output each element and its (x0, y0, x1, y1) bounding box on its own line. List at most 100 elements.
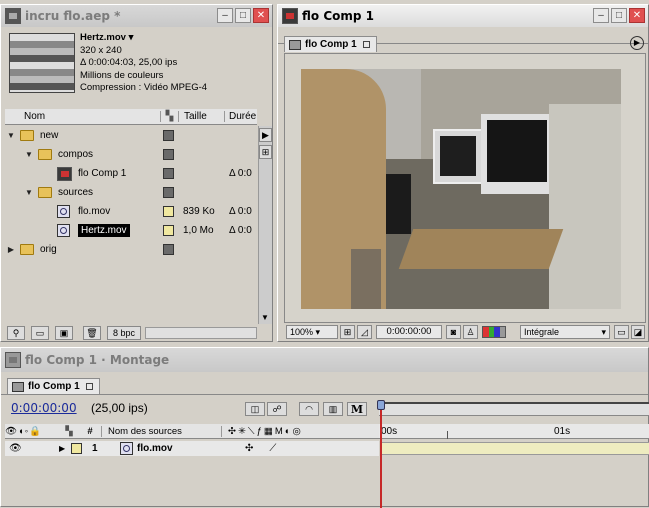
current-time-indicator[interactable] (380, 404, 382, 508)
maximize-button[interactable]: □ (611, 8, 627, 23)
label-column-icon[interactable]: ▚ (59, 426, 79, 437)
tab-label: flo Comp 1 (305, 39, 357, 50)
collapse-triangle-icon[interactable]: ▶ (5, 245, 17, 254)
footage-dimensions: 320 x 240 (80, 44, 122, 56)
bpc-button[interactable]: 8 bpc (107, 326, 141, 340)
list-item[interactable]: ▼ compos (5, 145, 257, 164)
label-swatch[interactable] (163, 149, 174, 160)
desk-shape (398, 229, 564, 269)
panel-menu-icon[interactable]: ▶ (630, 36, 644, 50)
footage-colors: Millions de couleurs (80, 69, 164, 81)
monitor-shape (433, 129, 483, 184)
comp-viewer[interactable] (284, 53, 646, 323)
composition-icon (282, 8, 298, 24)
eye-icon[interactable]: 👁 (5, 443, 59, 454)
layer-row[interactable]: 👁 ▶ 1 flo.mov ✣ ⟋ (5, 441, 379, 456)
current-time-field[interactable]: 0:00:00:00 (376, 325, 442, 339)
comp-title: flo Comp 1 (302, 9, 374, 23)
time-ruler[interactable]: 00s 01s (379, 424, 649, 439)
frame-blending-icon[interactable]: ▥ (323, 402, 343, 416)
close-button[interactable]: ✕ (629, 8, 645, 23)
tab-timeline[interactable]: flo Comp 1 (7, 378, 100, 394)
item-size: 1,0 Mo (183, 225, 214, 236)
layer-duration-bar[interactable] (381, 442, 649, 455)
tab-close-icon[interactable] (85, 383, 93, 390)
time-marker-icon[interactable] (377, 400, 385, 410)
label-swatch[interactable] (163, 244, 174, 255)
list-item[interactable]: ▼ sources (5, 183, 257, 202)
column-size[interactable]: Taille (179, 111, 225, 122)
expand-triangle-icon[interactable]: ▶ (59, 444, 71, 453)
find-icon[interactable]: ⚲ (7, 326, 25, 340)
list-item[interactable]: ▼ new (5, 126, 257, 145)
safe-zones-icon[interactable]: ⊞ (340, 325, 355, 339)
column-number[interactable]: # (79, 426, 101, 437)
label-swatch[interactable] (163, 187, 174, 198)
quality-switch-icon[interactable]: ⟋ (269, 443, 276, 454)
maximize-button[interactable]: □ (235, 8, 251, 23)
list-item-selected[interactable]: Hertz.mov 1,0 Mo Δ 0:0 (5, 221, 257, 240)
live-update-icon[interactable]: ◠ (299, 402, 319, 416)
timeline-timecode[interactable]: 0:00:00:00 (11, 401, 77, 415)
bpc-label: 8 bpc (112, 328, 136, 338)
trash-icon[interactable]: 🗑 (83, 326, 101, 340)
h-scrollbar[interactable] (145, 327, 257, 339)
label-column-icon[interactable]: ▚ (161, 111, 179, 122)
folder-icon (20, 130, 34, 141)
collapse-switch-icon[interactable]: ✣ (245, 443, 253, 454)
column-duration[interactable]: Durée (225, 111, 256, 122)
minimize-button[interactable]: ‒ (217, 8, 233, 23)
label-swatch[interactable] (163, 206, 174, 217)
snapshot-icon[interactable]: ◙ (446, 325, 461, 339)
expand-triangle-icon[interactable]: ▼ (23, 150, 35, 159)
av-features-icon[interactable]: 👁◖◦🔒 (5, 426, 59, 437)
show-snapshot-icon[interactable]: ♙ (463, 325, 478, 339)
expand-triangle-icon[interactable]: ▼ (5, 131, 17, 140)
list-item[interactable]: flo.mov 839 Ko Δ 0:0 (5, 202, 257, 221)
fast-previews-icon[interactable]: ◪ (631, 325, 645, 339)
item-duration: Δ 0:0 (229, 168, 252, 179)
list-item[interactable]: flo Comp 1 Δ 0:0 (5, 164, 257, 183)
label-swatch[interactable] (163, 225, 174, 236)
label-swatch[interactable] (163, 168, 174, 179)
new-composition-icon[interactable]: ▣ (55, 326, 73, 340)
scroll-down-icon[interactable]: ▼ (261, 313, 269, 322)
close-button[interactable]: ✕ (253, 8, 269, 23)
project-side-strip: ▶ ⊞ ▼ (258, 126, 272, 324)
zoom-dropdown[interactable]: 100% ▾ (286, 325, 338, 339)
column-name[interactable]: Nom (5, 111, 161, 122)
tab-close-icon[interactable] (362, 41, 370, 48)
motion-blur-button[interactable]: M (347, 402, 367, 416)
label-swatch[interactable] (163, 130, 174, 141)
timeline-title: flo Comp 1 · Montage (25, 353, 170, 367)
column-source-name[interactable]: Nom des sources (101, 425, 221, 437)
comp-marker-icon[interactable]: ◫ (245, 402, 265, 416)
layer-number: 1 (92, 443, 98, 454)
panel-menu-arrow-icon[interactable]: ▶ (259, 128, 272, 142)
tab-label: flo Comp 1 (28, 381, 80, 392)
ruler-start: 00s (381, 426, 398, 437)
item-name: new (40, 130, 59, 141)
resolution-dropdown[interactable]: Intégrale ▾ (520, 325, 610, 339)
comp-title-bar[interactable]: flo Comp 1 ‒ □ ✕ (278, 5, 648, 27)
tab-comp[interactable]: flo Comp 1 (284, 36, 377, 52)
channel-rgb-icon[interactable] (482, 326, 506, 338)
composition-window: flo Comp 1 ‒ □ ✕ flo Comp 1 ▶ 100% ▾ ⊞ ◿… (277, 4, 649, 342)
switch-view-icon[interactable]: ☍ (267, 402, 287, 416)
expand-triangle-icon[interactable]: ▼ (23, 188, 35, 197)
flowchart-icon[interactable]: ⊞ (259, 145, 272, 159)
label-swatch[interactable] (71, 443, 82, 454)
composition-icon (5, 352, 21, 368)
footage-menu-icon[interactable]: ▾ (129, 32, 134, 43)
mask-shape-icon[interactable]: ◿ (357, 325, 372, 339)
new-folder-icon[interactable]: ▭ (31, 326, 49, 340)
work-area-bar[interactable] (379, 402, 649, 416)
project-title-bar[interactable]: incru flo.aep * ‒ □ ✕ (1, 5, 272, 27)
project-file-icon (5, 8, 21, 24)
region-of-interest-icon[interactable]: ▭ (614, 325, 629, 339)
switches-icons[interactable]: ✣✳⟍ƒ▦M◐◎ (221, 425, 303, 437)
minimize-button[interactable]: ‒ (593, 8, 609, 23)
project-column-header: Nom ▚ Taille Durée (5, 109, 257, 125)
list-item[interactable]: ▶ orig (5, 240, 257, 259)
timeline-title-bar[interactable]: flo Comp 1 · Montage (1, 348, 648, 372)
